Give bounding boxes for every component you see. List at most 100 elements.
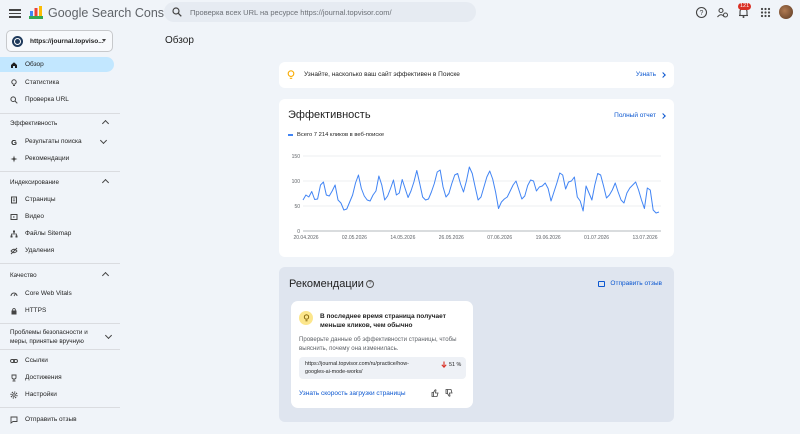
home-icon (10, 61, 18, 69)
section-title: Проблемы безопасности и меры, принятые в… (10, 329, 88, 345)
help-icon[interactable]: ? (695, 6, 708, 19)
section-performance[interactable]: Эффективность (10, 119, 110, 128)
section-security[interactable]: Проблемы безопасности и меры, принятые в… (10, 328, 113, 346)
section-title: Индексирование (10, 179, 59, 186)
section-title: Эффективность (10, 120, 58, 127)
caret-down-icon (102, 39, 106, 42)
settings-icon (10, 390, 18, 399)
thumb-up-icon[interactable] (431, 389, 439, 397)
sidebar-item-removals[interactable]: Удаления (0, 243, 114, 258)
video-icon (10, 213, 18, 221)
help-icon[interactable]: ? (366, 280, 374, 288)
trophy-icon (10, 374, 18, 382)
sidebar-item-insights[interactable]: Статистика (0, 75, 114, 90)
sidebar-item-label: Статистика (25, 79, 60, 86)
banner-text: Узнайте, насколько ваш сайт эффективен в… (304, 71, 460, 78)
section-indexing[interactable]: Индексирование (10, 178, 110, 187)
top-app-bar: Google Search Console ? 121 (0, 0, 800, 26)
y-tick-label: 150 (292, 154, 301, 160)
gauge-icon (10, 290, 18, 298)
chevron-down-icon (99, 136, 108, 145)
sidebar-item-label: Ссылки (25, 357, 48, 364)
sidebar-item-achievements[interactable]: Достижения (0, 370, 114, 385)
svg-text:G: G (11, 138, 17, 146)
learn-more-link[interactable]: Узнать (636, 71, 656, 78)
thumb-down-icon[interactable] (445, 389, 453, 397)
sidebar-item-label: Настройки (25, 391, 57, 398)
divider (0, 349, 120, 350)
sidebar-item-video[interactable]: Видео (0, 209, 114, 224)
users-icon[interactable] (716, 6, 729, 19)
sidebar-item-feedback[interactable]: Отправить отзыв (0, 412, 114, 427)
insights-banner: Узнайте, насколько ваш сайт эффективен в… (279, 62, 674, 88)
menu-icon[interactable] (9, 7, 21, 19)
chevron-up-icon (101, 271, 110, 280)
x-tick-label: 14.05.2026 (390, 235, 415, 241)
y-tick-label: 50 (294, 204, 300, 210)
sidebar-item-search-results[interactable]: G Результаты поиска (0, 134, 114, 149)
x-tick-label: 19.06.2026 (536, 235, 561, 241)
y-tick-label: 100 (292, 179, 301, 185)
apps-grid-icon[interactable] (759, 6, 772, 19)
sidebar-item-sitemaps[interactable]: Файлы Sitemap (0, 226, 114, 241)
removals-icon (10, 247, 18, 255)
x-tick-label: 26.05.2026 (439, 235, 464, 241)
sitemap-icon (10, 230, 18, 238)
sidebar-item-label: Рекомендации (25, 155, 70, 162)
sidebar-item-recommendations[interactable]: Рекомендации (0, 151, 114, 166)
x-tick-label: 01.07.2026 (584, 235, 609, 241)
links-icon (10, 357, 18, 365)
feedback-icon (598, 280, 606, 287)
recommendation-title: В последнее время страница получает мень… (320, 313, 446, 329)
recommendations-title: Рекомендации (289, 278, 364, 290)
x-tick-label: 07.06.2026 (487, 235, 512, 241)
pages-icon (10, 196, 18, 204)
lightbulb-icon (299, 311, 313, 325)
google-g-icon: G (10, 138, 18, 146)
lightbulb-icon (287, 70, 295, 79)
divider (0, 407, 120, 408)
divider (0, 263, 120, 264)
sidebar-item-label: Видео (25, 213, 44, 220)
section-experience[interactable]: Качество (10, 271, 110, 280)
x-tick-label: 02.05.2026 (342, 235, 367, 241)
sidebar-item-core-web-vitals[interactable]: Core Web Vitals (0, 286, 114, 301)
sidebar-item-label: HTTPS (25, 307, 47, 314)
sidebar-item-label: Проверка URL (25, 96, 69, 103)
search-icon (10, 95, 18, 104)
sidebar-item-links[interactable]: Ссылки (0, 353, 114, 368)
divider (0, 113, 120, 114)
lightbulb-icon (10, 78, 18, 87)
search-icon (172, 7, 182, 17)
arrow-down-icon (441, 361, 447, 368)
url-inspection-search[interactable] (164, 2, 476, 22)
affected-url-row[interactable]: https://journal.topvisor.com/ru/practice… (299, 357, 466, 379)
search-console-logo (29, 6, 43, 19)
check-page-speed-link[interactable]: Узнать скорость загрузки страницы (299, 390, 406, 397)
divider (0, 171, 120, 172)
sidebar-item-url-inspection[interactable]: Проверка URL (0, 92, 114, 107)
app-window: Google Search Console ? 121 https://jour… (0, 0, 800, 434)
sidebar-item-settings[interactable]: Настройки (0, 387, 114, 402)
sidebar-item-pages[interactable]: Страницы (0, 192, 114, 207)
sidebar-item-label: Достижения (25, 374, 62, 381)
clicks-change: 51 % (449, 362, 462, 368)
chevron-down-icon (104, 331, 113, 340)
divider (0, 323, 120, 324)
lock-icon (10, 307, 18, 315)
search-input[interactable] (190, 7, 470, 17)
property-selector[interactable]: https://journal.topviso... (6, 30, 113, 52)
account-avatar[interactable] (779, 5, 793, 19)
sidebar-item-overview[interactable]: Обзор (0, 57, 114, 72)
affected-url: https://journal.topvisor.com/ru/practice… (305, 361, 409, 375)
x-tick-label: 20.04.2026 (293, 235, 318, 241)
chevron-up-icon (101, 178, 110, 187)
sidebar-item-label: Результаты поиска (25, 138, 82, 145)
chevron-right-icon (660, 72, 666, 78)
product-name: Google Search Console (48, 6, 181, 20)
property-name: https://journal.topviso... (30, 37, 104, 45)
feedback-icon (10, 416, 18, 424)
send-feedback-link[interactable]: Отправить отзыв (598, 280, 662, 287)
sparkle-icon (10, 155, 18, 163)
sidebar-item-https[interactable]: HTTPS (0, 303, 114, 318)
